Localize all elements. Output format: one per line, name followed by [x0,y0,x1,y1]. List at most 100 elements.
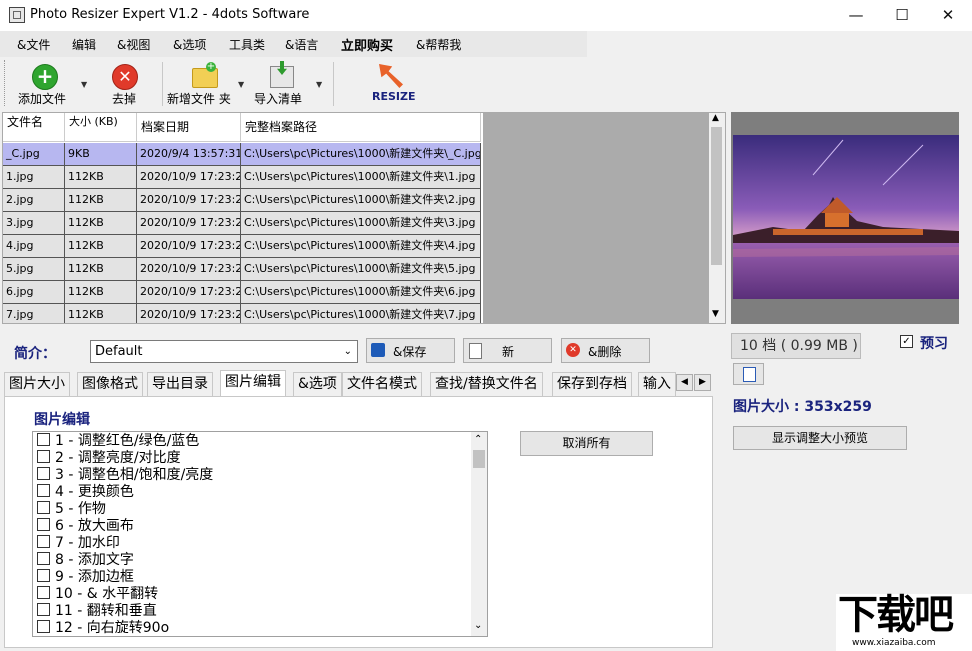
menu-edit[interactable]: 编辑 [72,36,96,53]
cell-size: 112KB [65,258,137,281]
edit-option-label: 4 - 更换颜色 [55,484,134,500]
edit-option-item[interactable]: 8 - 添加文字 [37,552,134,569]
edit-option-item[interactable]: 1 - 调整红色/绿色/蓝色 [37,433,199,450]
scroll-up-arrow[interactable]: ⌃ [474,434,482,445]
edit-option-label: 7 - 加水印 [55,535,120,551]
checkbox[interactable] [37,518,50,531]
header-filename[interactable]: 文件名 [3,113,65,142]
scroll-down-arrow[interactable]: ⌄ [474,620,482,631]
edit-option-item[interactable]: 12 - 向右旋转90o [37,620,169,637]
import-list-button[interactable]: 导入清单 ▼ [252,60,326,108]
menu-buy-now[interactable]: 立即购买 [341,35,393,54]
cancel-all-button[interactable]: 取消所有 [520,431,653,456]
header-size[interactable]: 大小 (KB) [65,113,137,142]
edit-option-item[interactable]: 6 - 放大画布 [37,518,134,535]
toolbar-grip [4,60,9,106]
checkbox[interactable] [37,501,50,514]
menu-options[interactable]: &选项 [173,36,206,53]
add-icon: + [32,64,58,90]
show-resize-preview-button[interactable]: 显示调整大小预览 [733,426,907,450]
checkbox[interactable] [37,484,50,497]
cell-date: 2020/10/9 17:23:20 [137,212,241,235]
edit-option-item[interactable]: 10 - & 水平翻转 [37,586,158,603]
tab-export-dir[interactable]: 导出目录 [147,372,213,396]
cell-size: 112KB [65,281,137,304]
checkbox[interactable] [37,467,50,480]
resize-icon [379,64,403,88]
clipboard-button[interactable] [733,363,764,385]
scroll-up-arrow[interactable]: ▲ [712,113,719,123]
new-folder-button[interactable]: + 新增文件 夹 ▼ [166,60,246,108]
image-edit-title: 图片编辑 [34,409,90,429]
checkbox[interactable] [37,535,50,548]
header-path[interactable]: 完整档案路径 [241,113,481,142]
table-row[interactable]: _C.jpg9KB2020/9/4 13:57:31C:\Users\pc\Pi… [3,143,481,166]
tab-scroll-left[interactable]: ◀ [676,374,693,391]
checkbox[interactable] [37,586,50,599]
profile-select[interactable]: Default ⌄ [90,340,358,363]
table-row[interactable]: 6.jpg112KB2020/10/9 17:23:20C:\Users\pc\… [3,281,481,304]
maximize-button[interactable]: ☐ [879,0,925,31]
checkbox[interactable] [37,450,50,463]
table-row[interactable]: 3.jpg112KB2020/10/9 17:23:20C:\Users\pc\… [3,212,481,235]
edit-list-scrollbar[interactable]: ⌃ ⌄ [471,432,487,636]
table-row[interactable]: 7.jpg112KB2020/10/9 17:23:20C:\Users\pc\… [3,304,481,324]
tab-options[interactable]: &选项 [293,372,342,396]
edit-option-item[interactable]: 7 - 加水印 [37,535,120,552]
minimize-button[interactable]: — [833,0,879,31]
app-icon [9,7,25,23]
header-date[interactable]: 档案日期 [137,113,241,142]
file-list-scrollbar[interactable]: ▲ ▼ [709,113,725,323]
scroll-thumb[interactable] [711,127,722,265]
menu-view[interactable]: &视图 [117,36,150,53]
menu-file[interactable]: &文件 [17,36,50,53]
image-edit-list: 1 - 调整红色/绿色/蓝色2 - 调整亮度/对比度3 - 调整色相/饱和度/亮… [32,431,488,637]
table-row[interactable]: 4.jpg112KB2020/10/9 17:23:20C:\Users\pc\… [3,235,481,258]
tab-scroll-right[interactable]: ▶ [694,374,711,391]
scroll-down-arrow[interactable]: ▼ [712,309,719,319]
menu-help[interactable]: &帮帮我 [416,36,461,53]
resize-button[interactable]: RESIZE [366,60,416,108]
checkbox[interactable] [37,620,50,633]
preview-checkbox[interactable]: ✓ [900,335,913,348]
add-files-dropdown-arrow[interactable]: ▼ [81,80,87,89]
tab-image-size[interactable]: 图片大小 [4,372,70,396]
menu-tools[interactable]: 工具类 [229,36,265,53]
tab-input[interactable]: 输入 [638,372,676,396]
cell-name: 4.jpg [3,235,65,258]
tab-filename-pattern[interactable]: 文件名模式 [342,372,422,396]
edit-option-item[interactable]: 5 - 作物 [37,501,106,518]
edit-option-item[interactable]: 2 - 调整亮度/对比度 [37,450,181,467]
table-row[interactable]: 2.jpg112KB2020/10/9 17:23:20C:\Users\pc\… [3,189,481,212]
close-button[interactable]: ✕ [925,0,971,31]
toolbar-separator [333,62,334,106]
save-profile-button[interactable]: &保存 [366,338,455,363]
tab-image-edit[interactable]: 图片编辑 [220,370,286,397]
checkbox[interactable] [37,603,50,616]
edit-option-label: 12 - 向右旋转90o [55,620,169,636]
checkbox[interactable] [37,433,50,446]
import-list-dropdown-arrow[interactable]: ▼ [316,80,322,89]
edit-option-item[interactable]: 3 - 调整色相/饱和度/亮度 [37,467,213,484]
edit-option-item[interactable]: 9 - 添加边框 [37,569,134,586]
tab-save-archive[interactable]: 保存到存档 [552,372,632,396]
tab-find-replace[interactable]: 查找/替换文件名 [430,372,543,396]
new-folder-dropdown-arrow[interactable]: ▼ [238,80,244,89]
table-row[interactable]: 5.jpg112KB2020/10/9 17:23:20C:\Users\pc\… [3,258,481,281]
checkbox[interactable] [37,552,50,565]
table-row[interactable]: 1.jpg112KB2020/10/9 17:23:20C:\Users\pc\… [3,166,481,189]
edit-option-item[interactable]: 11 - 翻转和垂直 [37,603,157,620]
remove-button[interactable]: ✕ 去掉 [106,60,146,108]
delete-profile-button[interactable]: ✕ &删除 [561,338,650,363]
clipboard-icon [743,367,756,382]
checkbox[interactable] [37,569,50,582]
tab-image-format[interactable]: 图像格式 [77,372,143,396]
cell-path: C:\Users\pc\Pictures\1000\新建文件夹\3.jpg [241,212,481,235]
add-files-button[interactable]: + 添加文件 ▼ [14,60,94,108]
menu-language[interactable]: &语言 [285,36,318,53]
save-icon [371,343,385,357]
cell-size: 112KB [65,166,137,189]
edit-option-item[interactable]: 4 - 更换颜色 [37,484,134,501]
new-profile-button[interactable]: 新 [463,338,552,363]
scroll-thumb[interactable] [473,450,485,468]
